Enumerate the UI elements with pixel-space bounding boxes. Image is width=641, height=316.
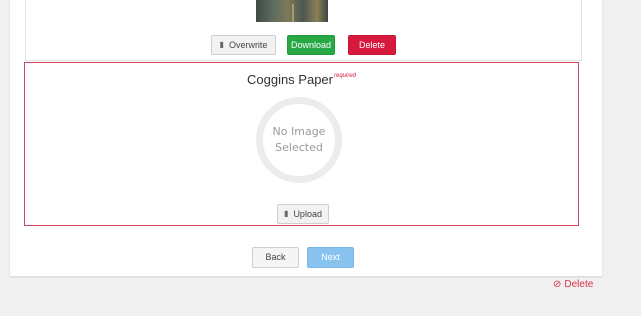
coggins-title-text: Coggins Paper [246, 72, 333, 87]
document-thumbnail[interactable] [256, 0, 328, 22]
previous-document-card: ▮ Overwrite Download Delete [25, 0, 582, 61]
next-label: Next [321, 252, 340, 262]
delete-link[interactable]: ⊘ Delete [553, 279, 593, 290]
file-icon: ▮ [284, 209, 289, 218]
next-button[interactable]: Next [307, 247, 354, 268]
delete-label: Delete [358, 40, 385, 50]
overwrite-label: Overwrite [228, 40, 268, 50]
delete-document-button[interactable]: Delete [348, 35, 396, 55]
download-button[interactable]: Download [287, 35, 335, 55]
required-badge: required [333, 73, 356, 79]
download-label: Download [290, 40, 332, 50]
no-image-line-1: No Image [272, 125, 326, 138]
file-icon: ▮ [219, 40, 224, 49]
ban-icon: ⊘ [553, 279, 562, 290]
back-button[interactable]: Back [252, 247, 299, 268]
coggins-title: Coggins Paperrequired [25, 72, 578, 87]
upload-button[interactable]: ▮ Upload [277, 204, 329, 224]
image-placeholder: No Image Selected [256, 97, 342, 183]
side-delete-label: Delete [564, 279, 594, 290]
no-image-line-2: Selected [275, 141, 323, 154]
page: ▮ Overwrite Download Delete Coggins Paper… [0, 0, 641, 316]
back-label: Back [265, 252, 286, 262]
coggins-paper-card: Coggins Paperrequired No Image Selected … [24, 62, 579, 226]
overwrite-button[interactable]: ▮ Overwrite [211, 35, 276, 55]
no-image-text: No Image Selected [269, 124, 329, 156]
upload-label: Upload [293, 209, 322, 219]
